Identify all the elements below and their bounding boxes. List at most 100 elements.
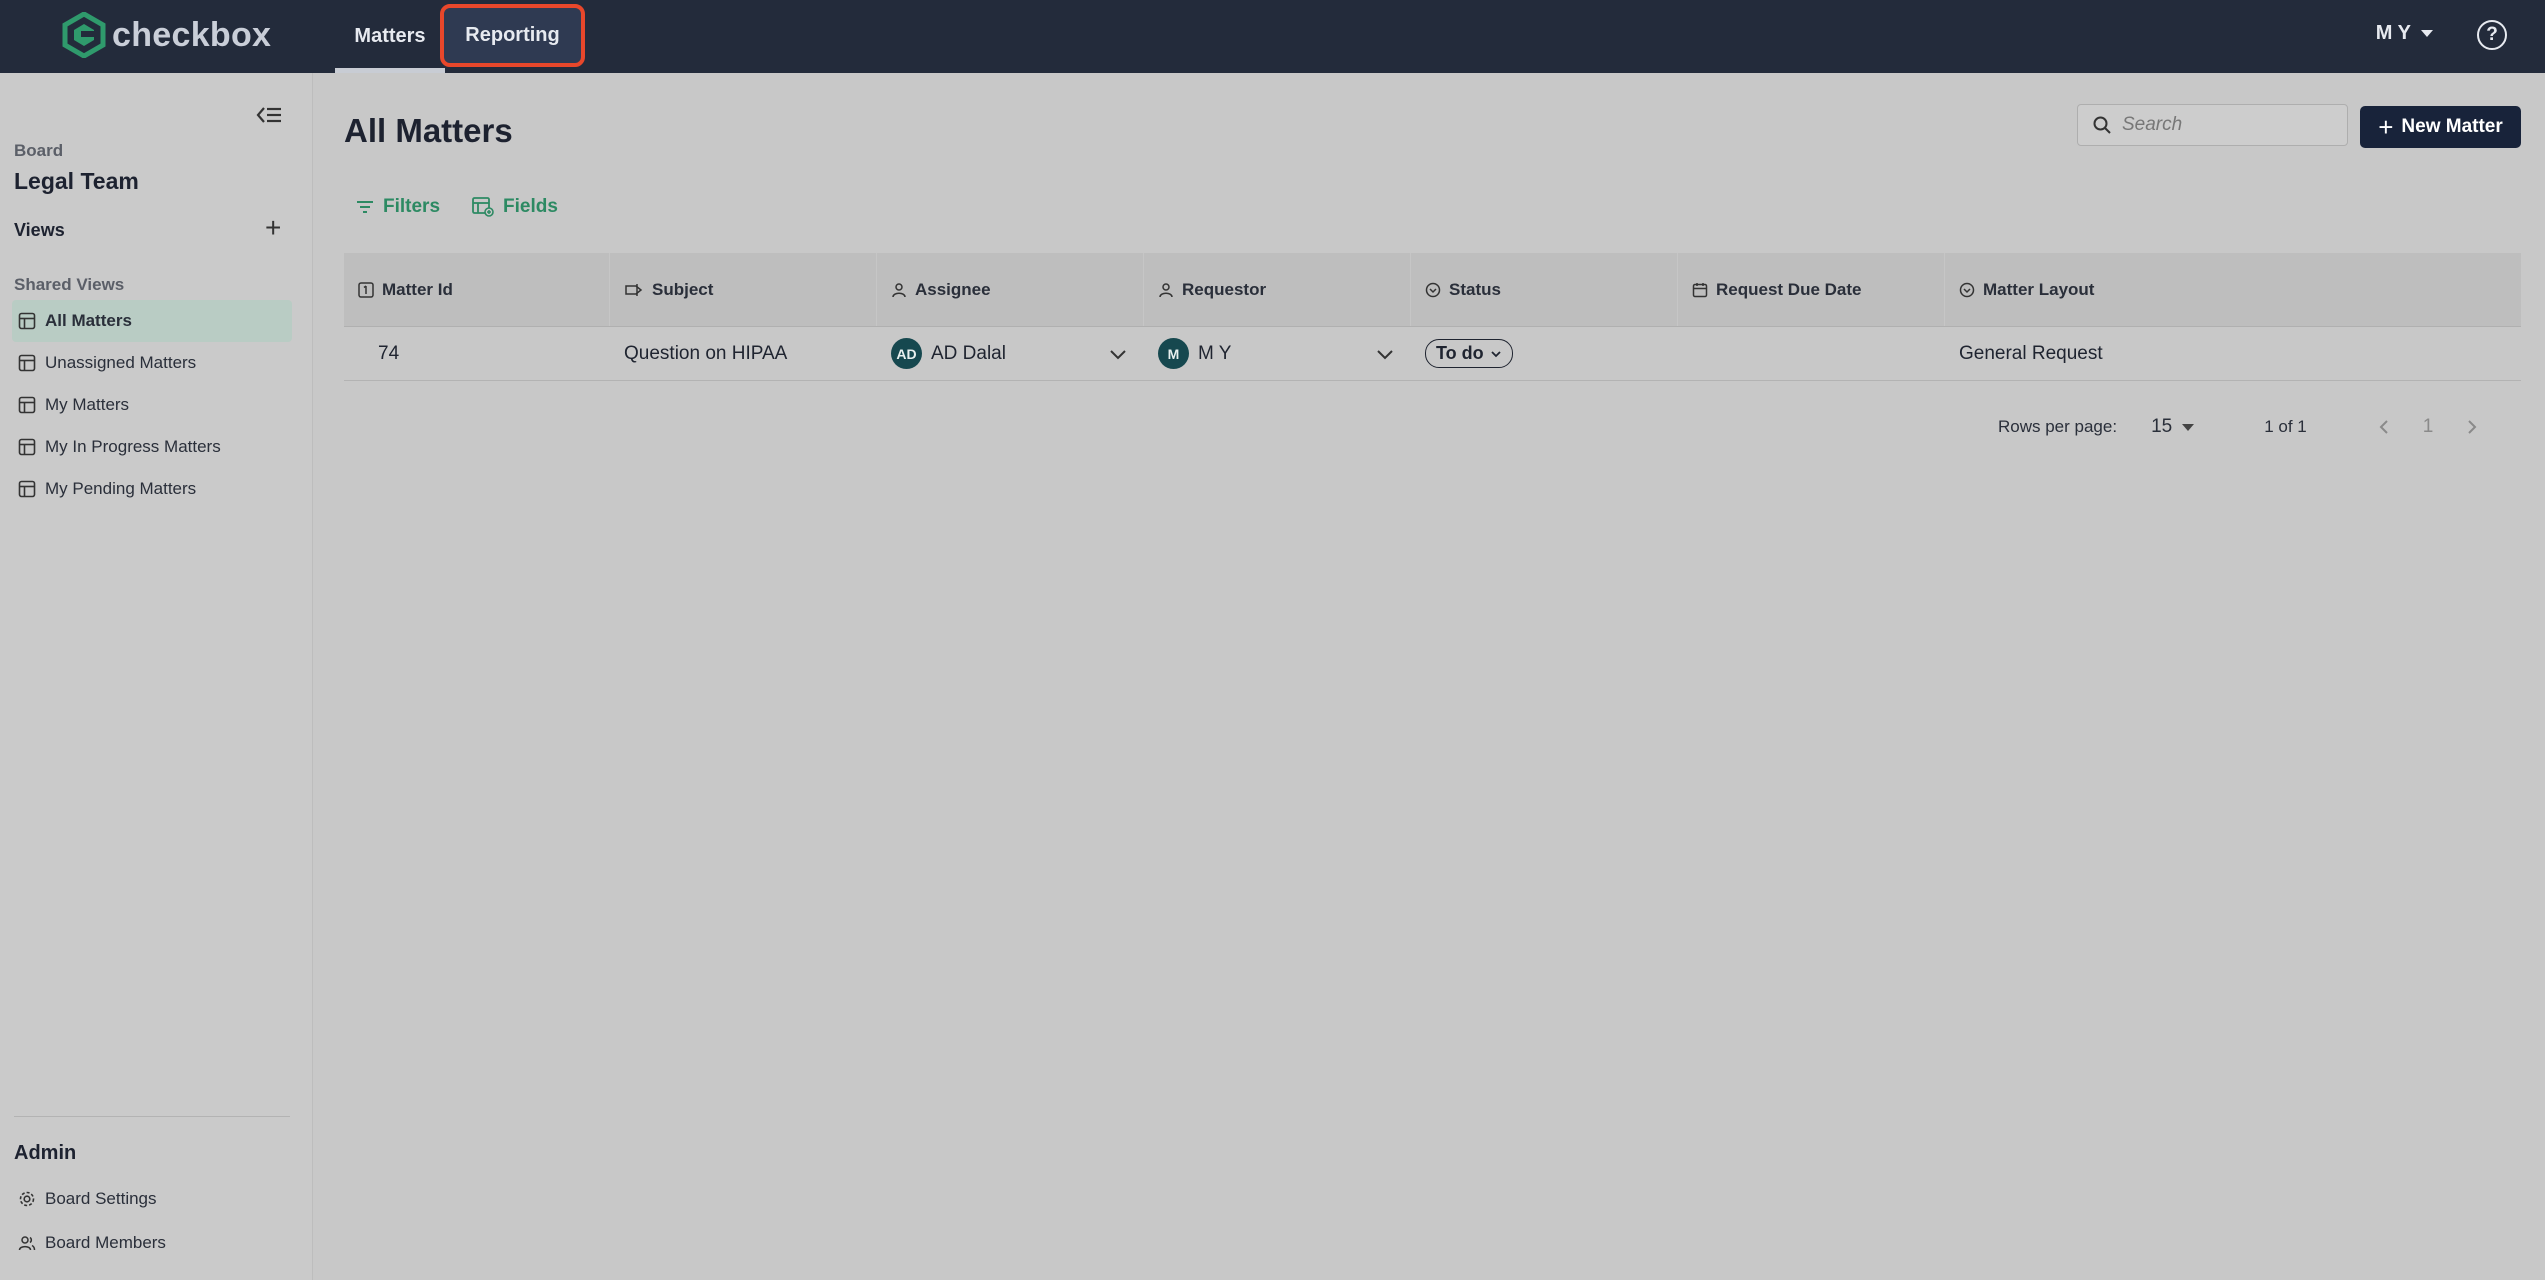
column-label: Requestor — [1182, 279, 1267, 299]
page-info: 1 of 1 — [2264, 417, 2307, 436]
assignee-name: AD Dalal — [931, 342, 1006, 364]
rows-per-page-select[interactable]: 15 — [2151, 416, 2195, 438]
sidebar-item-unassigned-matters[interactable]: Unassigned Matters — [12, 342, 292, 384]
filters-button[interactable]: Filters — [356, 196, 440, 218]
status-label: To do — [1436, 343, 1484, 363]
table-icon — [18, 354, 36, 372]
user-menu[interactable]: M Y — [2376, 22, 2433, 45]
sidebar-item-board-members[interactable]: Board Members — [18, 1233, 166, 1253]
matters-table: Matter Id Subject Assignee Requestor Sta… — [344, 253, 2521, 381]
column-label: Matter Layout — [1983, 279, 2095, 299]
chevron-right-icon[interactable] — [2465, 418, 2479, 436]
brand-logo[interactable]: checkbox — [62, 10, 271, 60]
dropdown-field-icon — [1425, 282, 1441, 297]
column-label: Matter Id — [382, 279, 453, 299]
search-input[interactable] — [2122, 114, 2332, 136]
cell-request-due-date[interactable] — [1678, 327, 1945, 380]
shared-views-list: All Matters Unassigned Matters My Matter… — [12, 300, 292, 510]
sidebar-item-label: My Matters — [45, 395, 130, 414]
collapse-sidebar-icon[interactable] — [255, 103, 283, 127]
active-tab-indicator — [335, 68, 445, 73]
table-icon — [18, 438, 36, 456]
sidebar-item-all-matters[interactable]: All Matters — [12, 300, 292, 342]
filter-icon — [357, 201, 373, 213]
dropdown-field-icon — [1959, 282, 1975, 297]
search-icon — [2093, 116, 2111, 134]
table-icon — [18, 396, 36, 414]
caret-down-icon — [2182, 423, 2195, 431]
person-icon — [892, 282, 906, 297]
person-icon — [1159, 282, 1173, 297]
column-label: Assignee — [915, 279, 991, 299]
cell-requestor[interactable]: M M Y — [1144, 327, 1411, 380]
number-field-icon — [358, 281, 374, 298]
column-header-matter-id[interactable]: Matter Id — [344, 253, 610, 326]
column-header-subject[interactable]: Subject — [610, 253, 877, 326]
top-navigation-bar: checkbox Matters Reporting M Y ? — [0, 0, 2545, 73]
search-box[interactable] — [2077, 104, 2348, 146]
column-header-requestor[interactable]: Requestor — [1144, 253, 1411, 326]
column-header-request-due-date[interactable]: Request Due Date — [1678, 253, 1945, 326]
fields-button[interactable]: Fields — [472, 196, 558, 218]
admin-label: Admin — [14, 1142, 77, 1164]
divider — [14, 1116, 290, 1117]
pagination: Rows per page: 15 1 of 1 1 — [1998, 416, 2479, 438]
users-icon — [18, 1236, 36, 1251]
sidebar-item-label: Board Members — [45, 1233, 166, 1252]
board-label: Board — [14, 141, 64, 160]
sidebar-item-my-in-progress-matters[interactable]: My In Progress Matters — [12, 426, 292, 468]
cell-assignee[interactable]: AD AD Dalal — [877, 327, 1144, 380]
board-name: Legal Team — [14, 168, 139, 194]
table-icon — [18, 312, 36, 330]
chevron-down-icon — [1491, 350, 1501, 357]
fields-label: Fields — [503, 196, 558, 217]
column-label: Request Due Date — [1716, 279, 1862, 299]
sidebar-item-my-pending-matters[interactable]: My Pending Matters — [12, 468, 292, 510]
page-title: All Matters — [344, 112, 513, 149]
rows-per-page-value: 15 — [2151, 416, 2173, 437]
text-field-icon — [625, 283, 643, 296]
calendar-icon — [1692, 282, 1708, 297]
sidebar-item-board-settings[interactable]: Board Settings — [18, 1189, 157, 1209]
column-header-matter-layout[interactable]: Matter Layout — [1945, 253, 2521, 326]
chevron-down-icon[interactable] — [1108, 344, 1128, 364]
current-page[interactable]: 1 — [2423, 416, 2434, 438]
column-header-status[interactable]: Status — [1411, 253, 1678, 326]
cell-subject[interactable]: Question on HIPAA — [610, 327, 877, 380]
filters-label: Filters — [383, 196, 441, 217]
sidebar-item-label: My Pending Matters — [45, 479, 197, 498]
sidebar-item-label: All Matters — [45, 311, 132, 330]
rows-per-page-label: Rows per page: — [1998, 417, 2118, 436]
tab-reporting[interactable]: Reporting — [440, 4, 585, 67]
column-header-assignee[interactable]: Assignee — [877, 253, 1144, 326]
column-label: Subject — [652, 279, 714, 299]
table-icon — [18, 480, 36, 498]
brand-name: checkbox — [112, 15, 272, 54]
table-row[interactable]: 74 Question on HIPAA AD AD Dalal M M Y T… — [344, 327, 2521, 381]
cell-matter-id: 74 — [378, 342, 400, 364]
user-initials: M Y — [2375, 22, 2411, 44]
cell-status: To do — [1411, 327, 1678, 380]
chevron-left-icon[interactable] — [2377, 418, 2391, 436]
shared-views-label: Shared Views — [14, 275, 125, 294]
sidebar-item-label: Unassigned Matters — [45, 353, 197, 372]
new-matter-label: New Matter — [2401, 116, 2503, 137]
requestor-name: M Y — [1198, 342, 1232, 364]
new-matter-button[interactable]: + New Matter — [2360, 106, 2521, 148]
views-label: Views — [14, 220, 65, 240]
add-view-icon[interactable]: + — [265, 214, 281, 242]
sidebar-item-label: Board Settings — [45, 1189, 157, 1208]
sidebar-item-my-matters[interactable]: My Matters — [12, 384, 292, 426]
sidebar-item-label: My In Progress Matters — [45, 437, 221, 456]
table-header: Matter Id Subject Assignee Requestor Sta… — [344, 253, 2521, 327]
tab-matters[interactable]: Matters — [335, 0, 445, 73]
chevron-down-icon[interactable] — [1375, 344, 1395, 364]
plus-icon: + — [2378, 112, 2394, 142]
cell-matter-layout[interactable]: General Request — [1945, 327, 2521, 380]
column-label: Status — [1449, 279, 1501, 299]
fields-table-icon — [472, 197, 494, 217]
question-circle-icon[interactable]: ? — [2477, 20, 2507, 50]
checkbox-logo-icon — [62, 12, 106, 58]
avatar: M — [1158, 338, 1189, 369]
status-dropdown[interactable]: To do — [1425, 339, 1513, 368]
